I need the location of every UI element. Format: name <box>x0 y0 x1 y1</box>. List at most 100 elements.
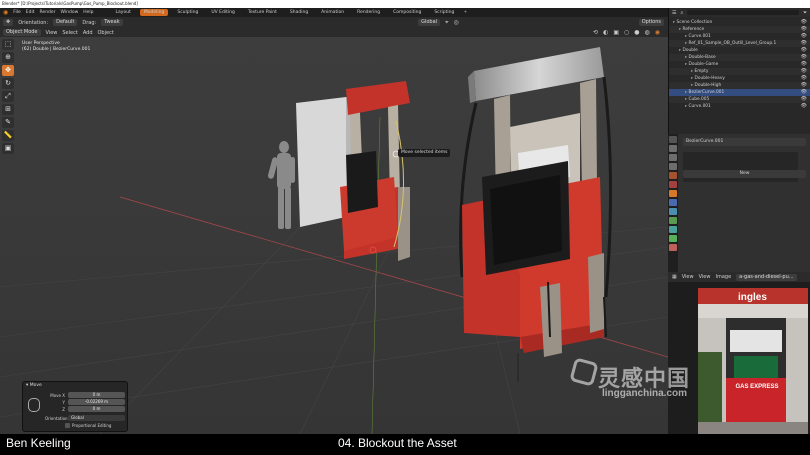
visibility-eye-icon[interactable]: 👁 <box>801 54 807 61</box>
output-tab-icon[interactable] <box>669 154 677 161</box>
menu-view-2[interactable]: View <box>699 274 711 280</box>
outliner-search-icon[interactable]: ⌕ <box>680 10 683 16</box>
menu-object[interactable]: Object <box>98 30 114 36</box>
visibility-eye-icon[interactable]: 👁 <box>801 89 807 96</box>
3d-viewport[interactable] <box>0 37 668 434</box>
shading-rendered-icon[interactable]: ◉ <box>655 29 660 36</box>
tab-layout[interactable]: Layout <box>112 9 135 16</box>
outliner-row[interactable]: ▸ Double-Game 👁 <box>669 61 810 68</box>
tab-scripting[interactable]: Scripting <box>430 9 458 16</box>
measure-tool-icon[interactable]: 📏 <box>2 130 14 141</box>
outliner-row[interactable]: ▸ Cube.005 👁 <box>669 96 810 103</box>
proportional-editing-checkbox[interactable] <box>65 423 70 428</box>
cursor-tool-icon[interactable]: ⊕ <box>2 52 14 63</box>
menu-image[interactable]: Image <box>715 274 731 280</box>
visibility-eye-icon[interactable]: 👁 <box>801 40 807 47</box>
options-dropdown[interactable]: Options <box>638 19 664 26</box>
visibility-eye-icon[interactable]: 👁 <box>801 33 807 40</box>
tool-tab-icon[interactable] <box>669 136 677 143</box>
render-tab-icon[interactable] <box>669 145 677 152</box>
menu-add[interactable]: Add <box>83 30 93 36</box>
modifier-tab-icon[interactable] <box>669 199 677 206</box>
data-tab-icon[interactable] <box>669 235 677 242</box>
filter-icon[interactable]: ⏷ <box>803 10 807 16</box>
add-cube-tool-icon[interactable]: ▣ <box>2 143 14 154</box>
view-layer-tab-icon[interactable] <box>669 163 677 170</box>
overlay-icon[interactable]: ◐ <box>603 29 608 36</box>
outliner-editor-icon[interactable]: ☰ <box>672 10 676 16</box>
outliner-row[interactable]: ▸ Ref_01_Sample_OB_Outlil_Level_Group.1 👁 <box>669 40 810 47</box>
tab-animation[interactable]: Animation <box>317 9 348 16</box>
annotate-tool-icon[interactable]: ✎ <box>2 117 14 128</box>
orientation-dropdown[interactable]: Default <box>53 19 78 26</box>
object-tab-icon[interactable] <box>669 190 677 197</box>
material-tab-icon[interactable] <box>669 244 677 251</box>
tab-texture-paint[interactable]: Texture Paint <box>244 9 281 16</box>
shading-material-icon[interactable]: ◍ <box>645 29 650 36</box>
viewport-gizmo-icon[interactable]: ⟲ <box>593 29 598 36</box>
image-editor-icon[interactable]: ▦ <box>672 274 677 280</box>
outliner-row[interactable]: ▸ Empty 👁 <box>669 68 810 75</box>
world-tab-icon[interactable] <box>669 181 677 188</box>
visibility-eye-icon[interactable]: 👁 <box>801 68 807 75</box>
mode-dropdown[interactable]: Object Mode <box>3 29 41 36</box>
menu-edit[interactable]: Edit <box>26 10 35 15</box>
tab-modeling[interactable]: Modeling <box>139 9 169 16</box>
outliner-row[interactable]: ▸ BezierCurve.001 👁 <box>669 89 810 96</box>
blender-logo-icon[interactable]: ◉ <box>3 9 8 16</box>
menu-render[interactable]: Render <box>40 10 56 15</box>
visibility-eye-icon[interactable]: 👁 <box>801 103 807 110</box>
outliner-row[interactable]: ▸ Scene Collection 👁 <box>669 19 810 26</box>
rotate-tool-icon[interactable]: ↻ <box>2 78 14 89</box>
visibility-eye-icon[interactable]: 👁 <box>801 26 807 33</box>
outliner-row[interactable]: ▸ Curve.001 👁 <box>669 103 810 110</box>
tab-uv-editing[interactable]: UV Editing <box>207 9 238 16</box>
orientation-dropdown[interactable]: Global <box>68 415 125 421</box>
menu-select[interactable]: Select <box>62 30 77 36</box>
move-y-field[interactable]: -0.02269 m <box>68 399 125 405</box>
outliner-row[interactable]: ▸ Curve.001 👁 <box>669 33 810 40</box>
outliner-row[interactable]: ▸ Double 👁 <box>669 47 810 54</box>
properties-panel[interactable]: BezierCurve.001 New <box>668 134 810 272</box>
visibility-eye-icon[interactable]: 👁 <box>801 47 807 54</box>
move-z-field[interactable]: 0 m <box>68 406 125 412</box>
snap-icon[interactable]: ⌖ <box>445 19 448 27</box>
menu-view[interactable]: View <box>46 30 58 36</box>
proportional-edit-icon[interactable]: ◎ <box>453 19 458 26</box>
outliner-row[interactable]: ▸ Double-Base 👁 <box>669 54 810 61</box>
scene-tab-icon[interactable] <box>669 172 677 179</box>
scale-tool-icon[interactable]: ⤢ <box>2 91 14 102</box>
shading-wireframe-icon[interactable]: ○ <box>624 29 629 36</box>
add-workspace-icon[interactable]: + <box>463 10 467 15</box>
drag-dropdown[interactable]: Tweak <box>101 19 123 26</box>
visibility-eye-icon[interactable]: 👁 <box>801 19 807 26</box>
move-x-field[interactable]: 0 m <box>68 392 125 398</box>
outliner-row[interactable]: ▸ Double-Heavy 👁 <box>669 75 810 82</box>
reference-image-panel[interactable]: ingles GAS EXPRESS <box>668 282 810 434</box>
image-name-field[interactable]: a-gas-and-diesel-pu... <box>736 273 797 281</box>
outliner-row[interactable]: ▸ Reference 👁 <box>669 26 810 33</box>
tab-rendering[interactable]: Rendering <box>353 9 384 16</box>
visibility-eye-icon[interactable]: 👁 <box>801 96 807 103</box>
constraints-tab-icon[interactable] <box>669 226 677 233</box>
particles-tab-icon[interactable] <box>669 208 677 215</box>
physics-tab-icon[interactable] <box>669 217 677 224</box>
shading-solid-icon[interactable]: ● <box>634 29 639 36</box>
object-name-field[interactable]: BezierCurve.001 <box>683 138 806 146</box>
viewport-scene[interactable] <box>0 37 668 434</box>
operator-redo-panel[interactable]: ▾ Move Move X 0 m Y -0.02269 m Z 0 m Ori… <box>22 381 128 432</box>
transform-orientation-dropdown[interactable]: Global <box>418 19 441 26</box>
outliner-panel[interactable]: ☰ ⌕ ⏷ ▸ Scene Collection 👁 ▸ Reference 👁 ▸ C… <box>668 8 810 134</box>
outliner-row[interactable]: ▸ Double-High 👁 <box>669 82 810 89</box>
select-tool-icon[interactable]: ⬚ <box>2 39 14 50</box>
tab-sculpting[interactable]: Sculpting <box>173 9 202 16</box>
menu-view-1[interactable]: View <box>682 274 694 280</box>
tab-compositing[interactable]: Compositing <box>389 9 425 16</box>
xray-icon[interactable]: ▣ <box>613 29 619 36</box>
visibility-eye-icon[interactable]: 👁 <box>801 82 807 89</box>
visibility-eye-icon[interactable]: 👁 <box>801 61 807 68</box>
menu-window[interactable]: Window <box>61 10 79 15</box>
move-tool-icon[interactable]: ✥ <box>3 19 14 26</box>
outliner-search-input[interactable] <box>687 10 799 15</box>
new-material-button[interactable]: New <box>683 170 806 178</box>
